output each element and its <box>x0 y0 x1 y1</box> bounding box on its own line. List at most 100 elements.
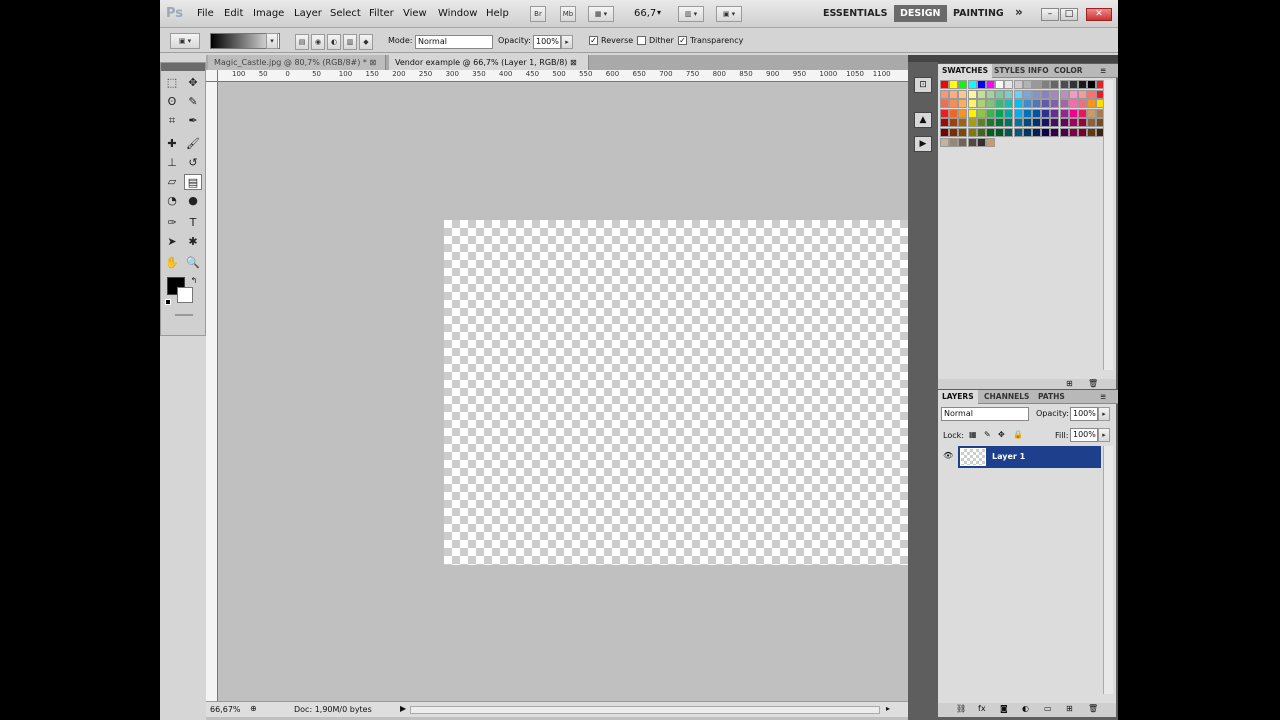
workspace-essentials[interactable]: ESSENTIALS <box>823 8 887 19</box>
color-swatch[interactable] <box>967 80 977 89</box>
color-swatch[interactable] <box>1087 89 1097 99</box>
background-color-swatch[interactable] <box>177 287 193 303</box>
lock-all-icon[interactable]: 🔒 <box>1013 430 1023 439</box>
hand-tool-icon[interactable]: ✋ <box>163 255 181 271</box>
color-swatch[interactable] <box>976 80 986 89</box>
history-brush-tool-icon[interactable]: ↺ <box>184 155 202 171</box>
panel-menu-icon[interactable]: ≡ <box>1096 390 1110 404</box>
blur-tool-icon[interactable]: ◔ <box>163 193 181 209</box>
workspace-design[interactable]: DESIGN <box>894 5 947 22</box>
color-swatch[interactable] <box>1050 118 1060 128</box>
color-swatch[interactable] <box>949 128 959 137</box>
color-swatch[interactable] <box>1078 89 1087 99</box>
layers-scrollbar[interactable] <box>1103 446 1113 694</box>
color-swatch[interactable] <box>1087 99 1097 109</box>
opacity-input[interactable]: 100% <box>533 35 561 49</box>
color-swatch[interactable] <box>1013 128 1023 137</box>
tab-info[interactable]: INFO <box>1024 64 1053 78</box>
brush-tool-icon[interactable]: 🖌 <box>184 136 202 152</box>
color-swatch[interactable] <box>967 89 977 99</box>
maximize-button[interactable]: □ <box>1060 8 1078 21</box>
color-swatch[interactable] <box>1004 118 1014 128</box>
color-swatch[interactable] <box>976 89 986 99</box>
color-swatch[interactable] <box>1041 89 1051 99</box>
color-swatch[interactable] <box>976 108 986 118</box>
color-swatch[interactable] <box>1004 80 1014 89</box>
shape-tool-icon[interactable]: ✱ <box>184 234 202 250</box>
lock-transparent-icon[interactable]: ▦ <box>969 430 977 439</box>
color-swatch[interactable] <box>1032 99 1041 109</box>
color-swatch[interactable] <box>967 137 977 147</box>
more-workspaces-icon[interactable]: » <box>1015 5 1023 19</box>
pen-tool-icon[interactable]: ✑ <box>163 215 181 231</box>
color-swatch[interactable] <box>1004 89 1014 99</box>
blend-mode-select[interactable]: Normal <box>941 407 1029 421</box>
quick-selection-tool-icon[interactable]: ✎ <box>184 94 202 110</box>
color-swatch[interactable] <box>1041 99 1051 109</box>
lasso-tool-icon[interactable]: ʘ <box>163 94 181 110</box>
tools-panel-header[interactable] <box>161 63 205 71</box>
color-swatch[interactable] <box>1032 128 1041 137</box>
zoom-level-select[interactable]: 66,7 <box>634 8 656 19</box>
color-swatch[interactable] <box>1022 118 1032 128</box>
tab-swatches[interactable]: SWATCHES <box>938 64 992 78</box>
color-swatch[interactable] <box>967 108 977 118</box>
opacity-arrow-icon[interactable]: ▸ <box>1098 407 1110 421</box>
color-swatch[interactable] <box>949 80 959 89</box>
color-swatch[interactable] <box>940 137 949 147</box>
color-swatch[interactable] <box>949 99 959 109</box>
color-swatch[interactable] <box>1059 89 1069 99</box>
color-swatch[interactable] <box>1022 89 1032 99</box>
color-swatch[interactable] <box>995 89 1005 99</box>
new-group-icon[interactable]: ▭ <box>1044 704 1052 713</box>
quick-mask-icon[interactable] <box>175 314 193 316</box>
color-swatch[interactable] <box>940 108 949 118</box>
color-swatch[interactable] <box>967 128 977 137</box>
color-swatch[interactable] <box>995 128 1005 137</box>
tab-color[interactable]: COLOR <box>1050 64 1087 78</box>
color-swatch[interactable] <box>1013 80 1023 89</box>
tab-channels[interactable]: CHANNELS <box>980 390 1033 404</box>
color-swatch[interactable] <box>1032 118 1041 128</box>
move-tool-icon[interactable]: ✥ <box>184 75 202 91</box>
color-swatch[interactable] <box>1013 89 1023 99</box>
color-swatch[interactable] <box>986 89 995 99</box>
color-swatch[interactable] <box>1050 80 1060 89</box>
color-swatch[interactable] <box>1041 128 1051 137</box>
color-swatch[interactable] <box>949 137 959 147</box>
trash-icon[interactable]: 🗑 <box>1088 704 1098 713</box>
status-menu-arrow-icon[interactable]: ▶ <box>400 704 406 713</box>
color-swatch[interactable] <box>1041 80 1051 89</box>
new-swatch-icon[interactable]: ⊞ <box>1066 379 1073 388</box>
color-swatch[interactable] <box>1041 118 1051 128</box>
panels-header[interactable] <box>938 55 1118 63</box>
chevron-down-icon[interactable]: ▾ <box>657 8 661 17</box>
clone-stamp-tool-icon[interactable]: ⊥ <box>163 155 181 171</box>
color-swatch[interactable] <box>1022 108 1032 118</box>
new-layer-icon[interactable]: ⊞ <box>1066 704 1073 713</box>
layer-style-icon[interactable]: fx <box>978 704 986 713</box>
status-zoom[interactable]: 66,67% <box>210 705 241 714</box>
trash-icon[interactable]: 🗑 <box>1088 379 1098 388</box>
actions-panel-icon[interactable]: ▶ <box>914 136 932 152</box>
navigator-panel-icon[interactable]: ▲ <box>914 112 932 128</box>
color-swatch[interactable] <box>958 99 968 109</box>
lock-image-icon[interactable]: ✎ <box>984 430 991 439</box>
color-swatch[interactable] <box>1078 128 1087 137</box>
color-swatch[interactable] <box>1068 80 1078 89</box>
color-swatch[interactable] <box>1022 128 1032 137</box>
radial-gradient-button[interactable]: ◉ <box>311 34 325 50</box>
color-swatch[interactable] <box>940 99 949 109</box>
color-swatch[interactable] <box>1068 99 1078 109</box>
layer-opacity-input[interactable]: 100% <box>1070 407 1098 421</box>
color-swatch[interactable] <box>1078 80 1087 89</box>
workspace-painting[interactable]: PAINTING <box>953 8 1004 19</box>
menu-select[interactable]: Select <box>330 8 361 19</box>
color-swatch[interactable] <box>1004 108 1014 118</box>
color-swatch[interactable] <box>995 99 1005 109</box>
eraser-tool-icon[interactable]: ▱ <box>163 174 181 190</box>
scroll-right-icon[interactable]: ▸ <box>886 704 890 713</box>
history-panel-icon[interactable]: ⊡ <box>914 77 932 93</box>
menu-file[interactable]: File <box>197 8 214 19</box>
color-swatch[interactable] <box>1068 108 1078 118</box>
